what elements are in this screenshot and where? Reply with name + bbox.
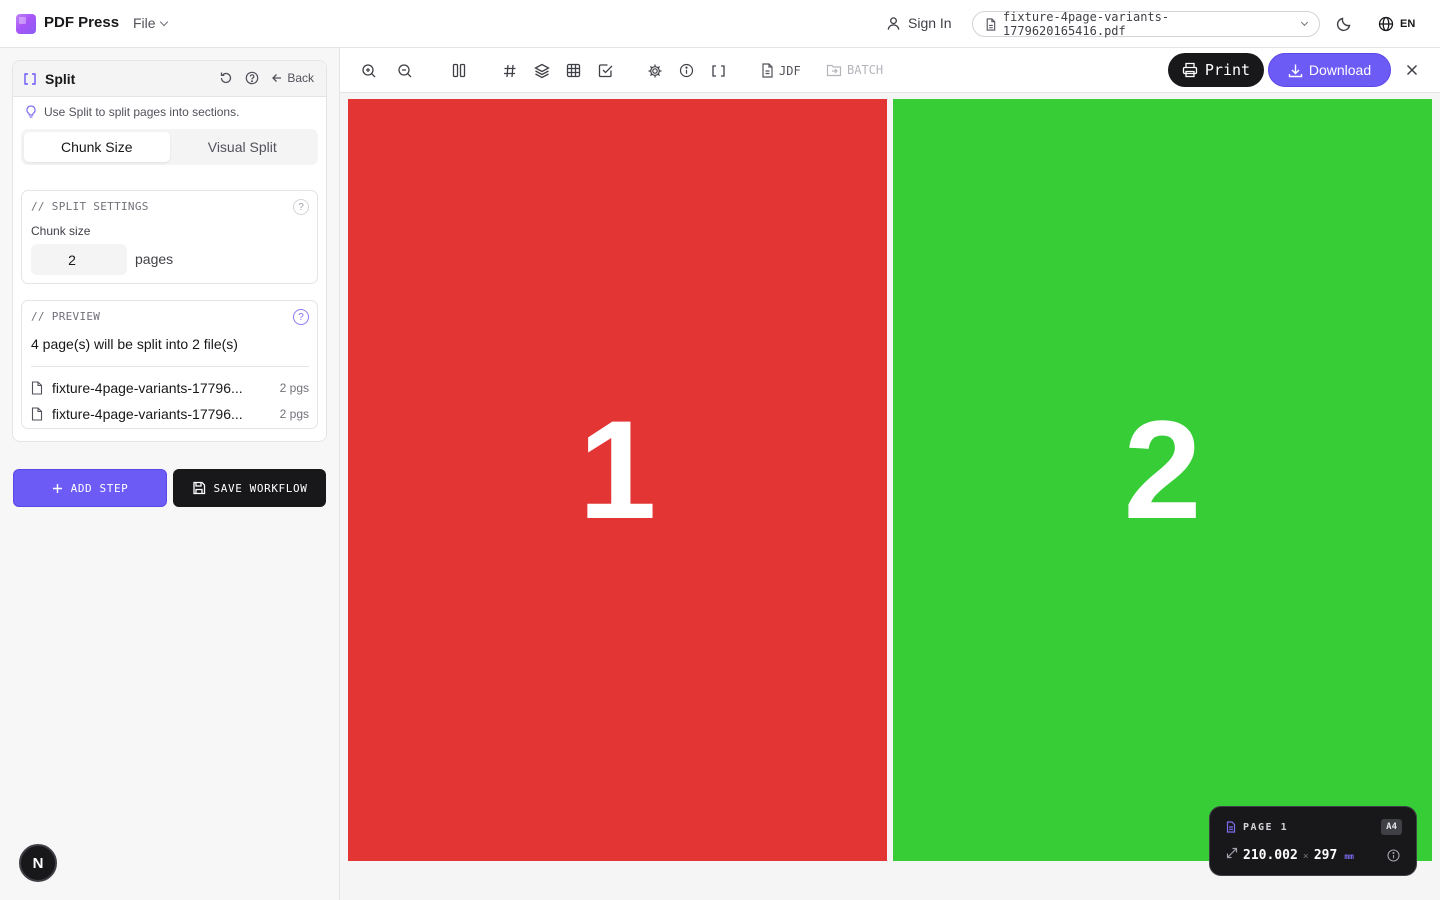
file-menu[interactable]: File (133, 15, 168, 31)
moon-icon (1336, 17, 1351, 32)
reset-icon[interactable] (219, 71, 233, 85)
chunk-size-input[interactable] (31, 244, 127, 275)
add-step-button[interactable]: ADD STEP (13, 469, 167, 507)
file-icon (31, 407, 43, 421)
viewer: JDF BATCH Print Download 1 2 PAGE 1 A4 2… (340, 48, 1440, 900)
document-icon (986, 17, 996, 31)
page-label: PAGE 1 (1243, 821, 1289, 833)
split-tool-panel: Split Back Use Split to split pages into… (12, 60, 327, 442)
download-label: Download (1308, 62, 1372, 78)
batch-button[interactable]: BATCH (826, 63, 883, 77)
help-icon[interactable]: ? (293, 309, 309, 325)
add-step-label: ADD STEP (70, 481, 129, 495)
back-button[interactable]: Back (271, 71, 314, 85)
checkbox-icon[interactable] (597, 62, 614, 79)
pdf-page[interactable]: 1 (348, 99, 887, 861)
save-workflow-label: SAVE WORKFLOW (213, 481, 308, 495)
section-label: // PREVIEW (31, 310, 101, 323)
document-icon (1226, 821, 1236, 833)
batch-label: BATCH (847, 63, 884, 77)
page-info-panel: PAGE 1 A4 210.002 × 297 mm (1209, 806, 1417, 876)
dev-badge[interactable]: N (19, 844, 57, 882)
section-label: // SPLIT SETTINGS (31, 200, 149, 213)
page-height: 297 (1313, 848, 1338, 863)
document-icon (762, 63, 773, 78)
zoom-out-icon[interactable] (396, 62, 413, 79)
page-size-badge: A4 (1381, 819, 1402, 835)
hash-icon[interactable] (501, 62, 518, 79)
info-icon[interactable] (1387, 847, 1400, 866)
theme-toggle[interactable] (1336, 16, 1352, 37)
print-label: Print (1204, 61, 1251, 79)
chunk-size-label: Chunk size (31, 224, 91, 238)
jdf-label: JDF (779, 63, 801, 78)
columns-icon[interactable] (450, 62, 467, 79)
printer-icon (1182, 62, 1198, 78)
current-file-name: fixture-4page-variants-1779620165416.pdf (1002, 10, 1170, 38)
page-number: 2 (1123, 391, 1202, 548)
split-icon[interactable] (710, 62, 727, 79)
grid-icon[interactable] (565, 62, 582, 79)
jdf-button[interactable]: JDF (761, 63, 801, 78)
tool-title: Split (45, 70, 76, 87)
file-selector[interactable]: fixture-4page-variants-1779620165416.pdf (972, 10, 1320, 38)
print-button[interactable]: Print (1168, 53, 1264, 87)
folder-icon (826, 64, 842, 77)
gear-icon[interactable] (646, 62, 663, 79)
divider (31, 366, 309, 367)
preview-card: // PREVIEW ? 4 page(s) will be split int… (21, 300, 318, 429)
top-bar: PDF Press File Sign In fixture-4page-var… (0, 0, 1440, 48)
language-code: EN (1400, 18, 1416, 30)
globe-icon (1378, 16, 1394, 32)
save-icon (192, 481, 205, 495)
split-settings-card: // SPLIT SETTINGS ? Chunk size pages (21, 190, 318, 284)
page-width: 210.002 (1243, 848, 1298, 863)
output-file-name: fixture-4page-variants-17796... (52, 380, 243, 396)
file-icon (31, 381, 43, 395)
save-workflow-button[interactable]: SAVE WORKFLOW (173, 469, 326, 507)
resize-icon (1226, 847, 1238, 859)
download-button[interactable]: Download (1268, 53, 1391, 87)
split-mode-switch: Chunk Size Visual Split (21, 129, 318, 165)
times-sign: × (1302, 851, 1309, 862)
help-icon[interactable]: ? (293, 199, 309, 215)
chevron-down-icon (159, 17, 168, 26)
plus-icon (52, 483, 62, 493)
preview-summary: 4 page(s) will be split into 2 file(s) (31, 336, 238, 352)
panel-header: Split Back (13, 61, 326, 97)
user-icon (887, 16, 900, 30)
info-icon[interactable] (678, 62, 695, 79)
lightbulb-icon (26, 105, 36, 118)
chevron-down-icon (1300, 18, 1309, 27)
close-icon[interactable] (1404, 62, 1420, 83)
back-label: Back (287, 71, 314, 85)
page-unit: mm (1344, 852, 1354, 861)
layers-icon[interactable] (533, 62, 550, 79)
pdf-page[interactable]: 2 (893, 99, 1432, 861)
output-file-name: fixture-4page-variants-17796... (52, 406, 243, 422)
app-name[interactable]: PDF Press (44, 14, 119, 31)
viewer-toolbar: JDF BATCH Print Download (340, 48, 1440, 93)
tab-visual-split[interactable]: Visual Split (170, 132, 316, 162)
split-icon (24, 72, 36, 85)
output-page-count: 2 pgs (279, 381, 309, 395)
tool-hint: Use Split to split pages into sections. (25, 105, 239, 119)
chunk-unit: pages (135, 251, 174, 267)
zoom-in-icon[interactable] (360, 62, 377, 79)
output-page-count: 2 pgs (279, 407, 309, 421)
download-icon (1288, 64, 1303, 77)
page-number: 1 (578, 391, 657, 548)
list-item: fixture-4page-variants-17796... 2 pgs (31, 404, 309, 424)
sign-in-button[interactable]: Sign In (886, 15, 952, 31)
app-logo[interactable] (16, 14, 36, 34)
sidebar: Split Back Use Split to split pages into… (0, 48, 340, 900)
file-menu-label: File (133, 15, 156, 31)
help-icon[interactable] (245, 71, 259, 85)
hint-text: Use Split to split pages into sections. (44, 105, 240, 119)
arrow-left-icon (272, 74, 282, 82)
tab-chunk-size[interactable]: Chunk Size (24, 132, 170, 162)
sign-in-label: Sign In (908, 15, 952, 31)
language-selector[interactable]: EN (1378, 16, 1415, 32)
list-item: fixture-4page-variants-17796... 2 pgs (31, 378, 309, 398)
